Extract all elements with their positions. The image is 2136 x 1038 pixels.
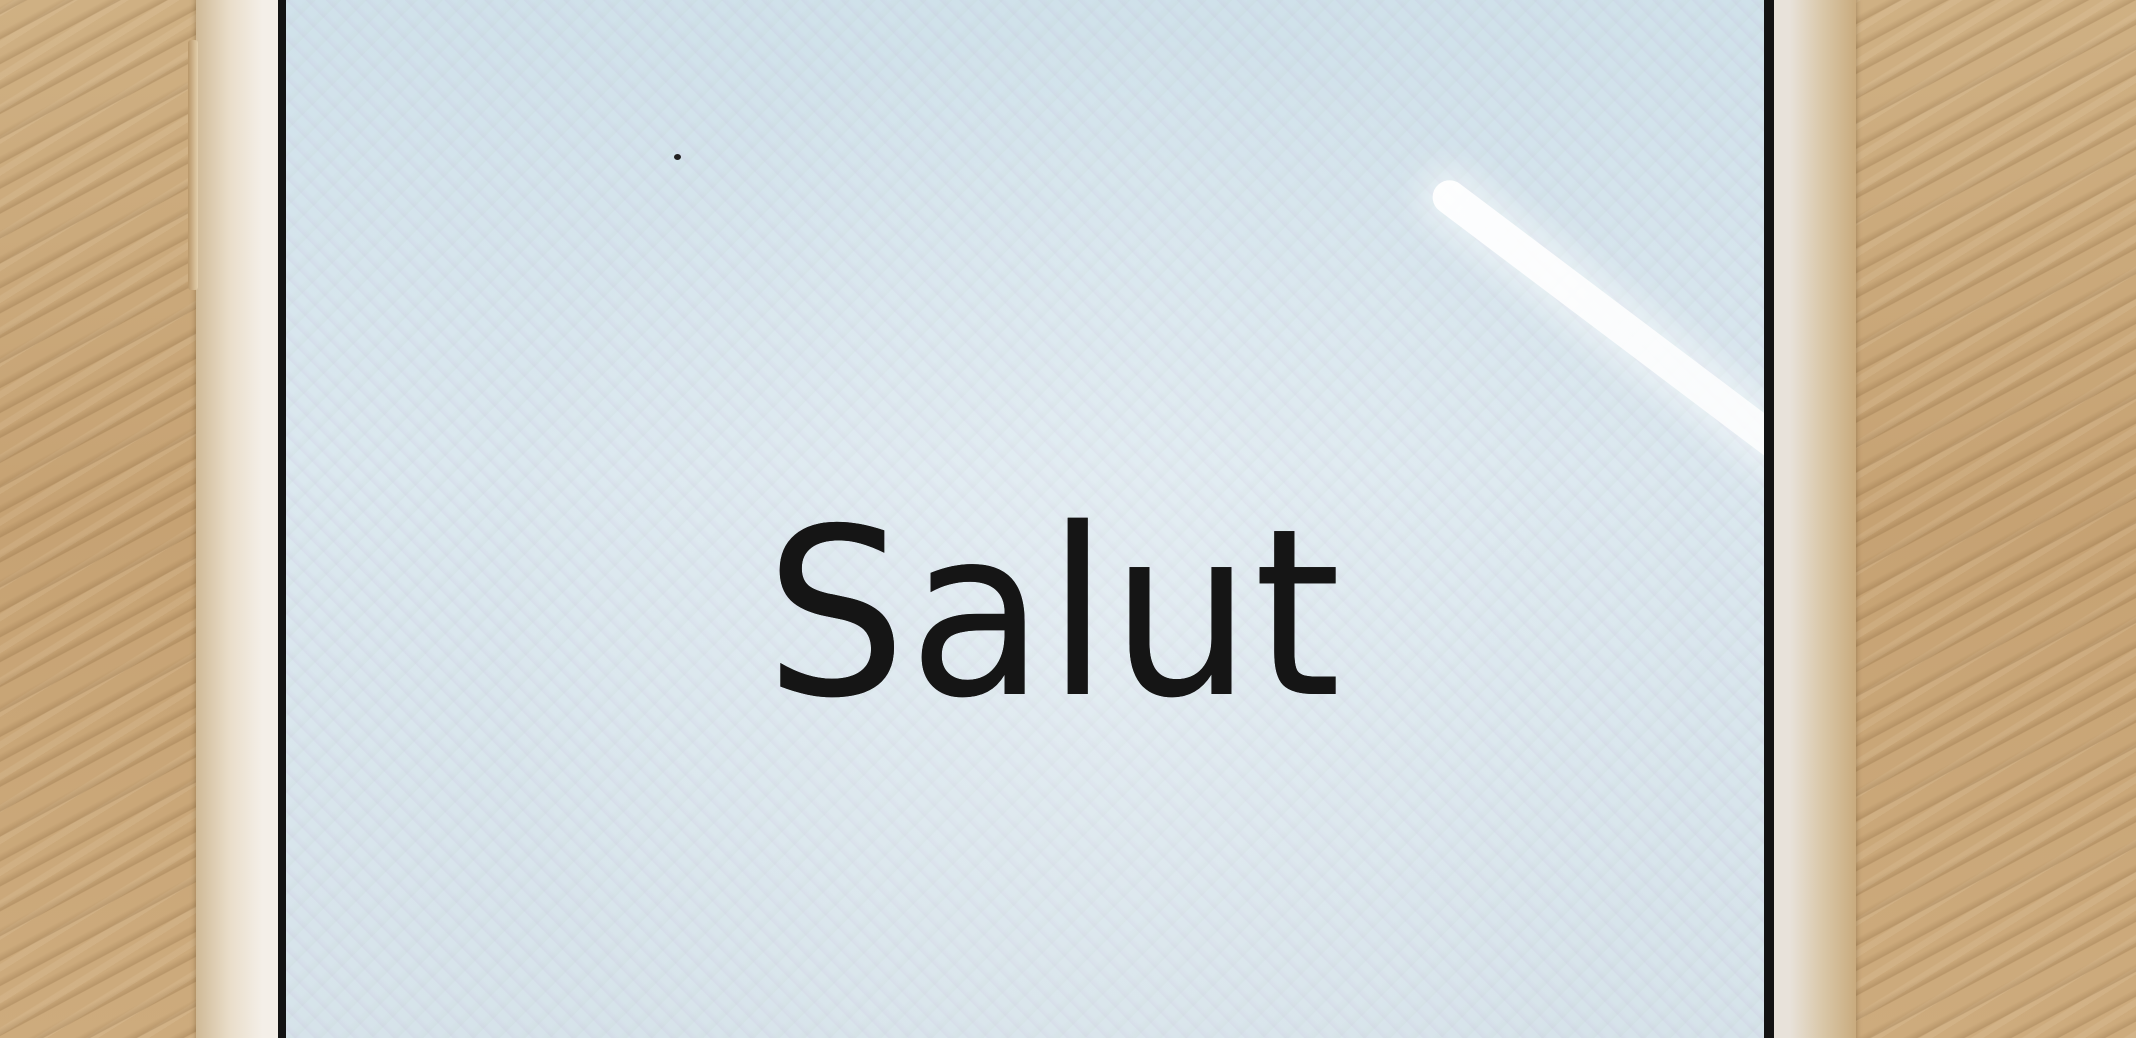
side-button bbox=[188, 40, 198, 290]
dust-speck bbox=[674, 154, 681, 160]
hello-greeting: Salut bbox=[0, 498, 2136, 730]
hello-greeting-text: Salut bbox=[765, 479, 1343, 749]
